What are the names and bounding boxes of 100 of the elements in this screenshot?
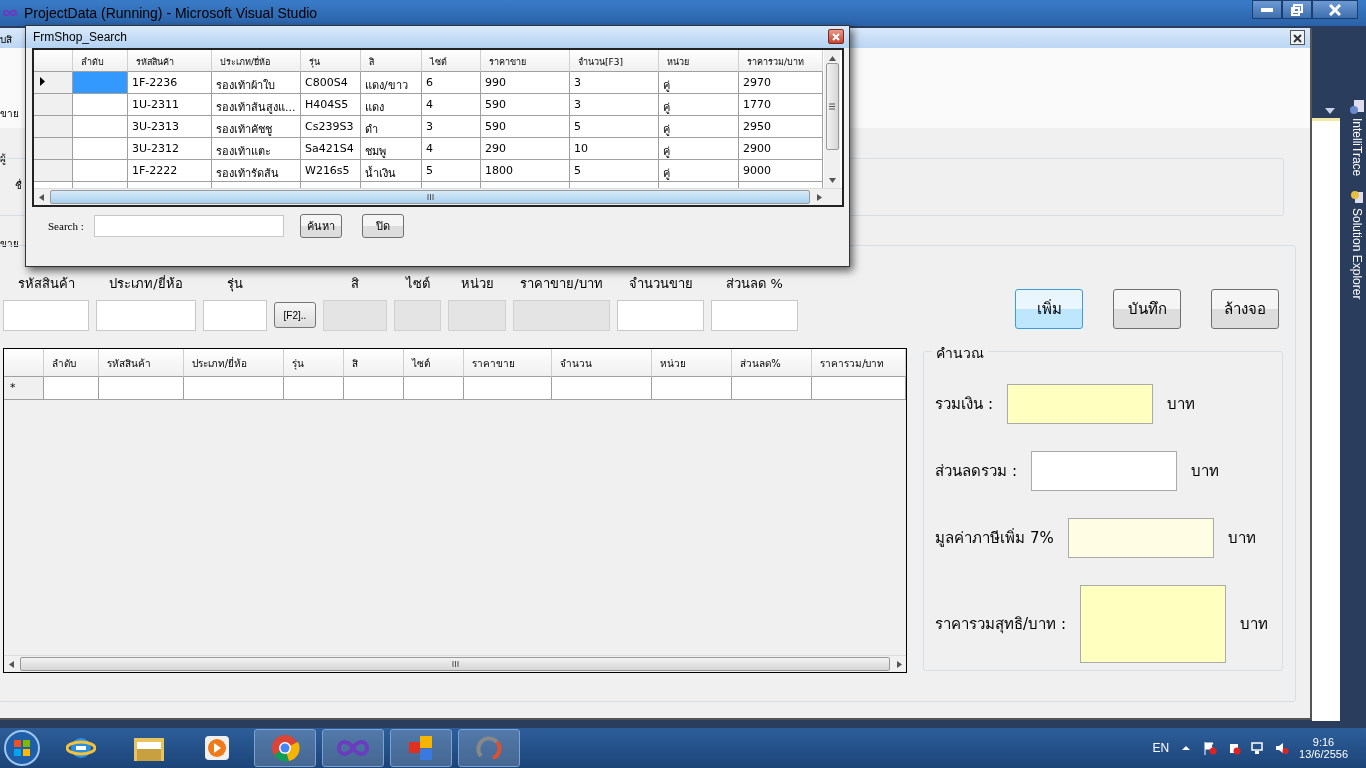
action-button[interactable]: ล้างจอ: [1211, 289, 1279, 329]
scroll-thumb[interactable]: [50, 190, 810, 204]
table-cell[interactable]: 10: [570, 138, 659, 160]
table-cell[interactable]: [43, 377, 99, 400]
dropdown-icon[interactable]: [1325, 108, 1335, 114]
table-cell[interactable]: 5: [570, 116, 659, 138]
input-field[interactable]: [617, 300, 704, 331]
table-cell[interactable]: 3U-2313: [128, 116, 212, 138]
table-cell[interactable]: 1U-2311: [128, 94, 212, 116]
arrow-up-icon[interactable]: [828, 56, 836, 61]
table-cell[interactable]: รองเท้าผ้าใบ: [212, 72, 301, 94]
table-cell[interactable]: รองเท้าส้นสูงแ...: [212, 94, 301, 116]
table-cell[interactable]: Sa421S4: [301, 138, 361, 160]
table-cell[interactable]: [463, 377, 553, 400]
table-cell[interactable]: [732, 377, 813, 400]
input-field[interactable]: [96, 300, 196, 331]
arrow-down-icon[interactable]: [828, 178, 836, 183]
table-cell[interactable]: รองเท้าคัชชู: [212, 116, 301, 138]
clock-time[interactable]: 9:16: [1312, 736, 1335, 748]
column-header[interactable]: หน่วย: [652, 349, 733, 377]
table-cell[interactable]: คู่: [659, 138, 739, 160]
side-panel-tab[interactable]: IntelliTrace: [1350, 100, 1364, 177]
flag-icon[interactable]: [1203, 741, 1218, 755]
table-cell[interactable]: 3U-2312: [128, 138, 212, 160]
speaker-icon[interactable]: [1275, 741, 1290, 755]
table-cell[interactable]: Cs239S3: [301, 116, 361, 138]
column-header[interactable]: ประเภท/ยี่ห้อ: [183, 349, 284, 377]
side-panel-tab[interactable]: Solution Explorer: [1350, 190, 1364, 300]
output-field[interactable]: [1030, 451, 1177, 491]
table-cell[interactable]: [73, 160, 128, 182]
column-header[interactable]: ลำดับ: [43, 349, 99, 377]
column-header[interactable]: ไซต์: [422, 50, 481, 72]
column-header[interactable]: ประเภท/ยี่ห้อ: [212, 50, 301, 72]
table-cell[interactable]: [552, 377, 653, 400]
close-button[interactable]: [1290, 30, 1305, 45]
dialog-button[interactable]: ค้นหา: [299, 214, 342, 238]
column-header[interactable]: ราคาขาย: [481, 50, 570, 72]
input-field[interactable]: [203, 300, 267, 331]
table-cell[interactable]: [652, 377, 733, 400]
table-cell[interactable]: 590: [481, 116, 570, 138]
table-cell[interactable]: [343, 377, 404, 400]
minimize-button[interactable]: [1252, 0, 1282, 19]
input-field[interactable]: [3, 300, 89, 331]
column-header[interactable]: ส่วนลด%: [732, 349, 813, 377]
table-cell[interactable]: 5: [422, 160, 481, 182]
table-cell[interactable]: น้ำเงิน: [361, 160, 422, 182]
table-cell[interactable]: 1800: [481, 160, 570, 182]
table-cell[interactable]: คู่: [659, 94, 739, 116]
column-header[interactable]: รหัสสินค้า: [98, 349, 184, 377]
action-button[interactable]: เพิ่ม: [1015, 289, 1083, 329]
table-cell[interactable]: 1F-2236: [128, 72, 212, 94]
table-cell[interactable]: 1770: [739, 94, 823, 116]
column-header[interactable]: หน่วย: [659, 50, 739, 72]
lookup-button[interactable]: [F2]..: [274, 302, 316, 328]
table-cell[interactable]: [183, 377, 284, 400]
table-cell[interactable]: 290: [481, 138, 570, 160]
table-cell[interactable]: [73, 138, 128, 160]
plug-icon[interactable]: [1227, 741, 1242, 755]
table-cell[interactable]: คู่: [659, 72, 739, 94]
scroll-thumb[interactable]: [20, 657, 890, 671]
table-cell[interactable]: รองเท้าแตะ: [212, 138, 301, 160]
restore-button[interactable]: [1282, 0, 1312, 19]
column-header[interactable]: ราคารวม/บาท: [812, 349, 906, 377]
column-header[interactable]: รุ่น: [301, 50, 361, 72]
network-icon[interactable]: [1251, 741, 1266, 755]
table-cell[interactable]: 2900: [739, 138, 823, 160]
output-field[interactable]: [1067, 518, 1214, 558]
table-cell[interactable]: รองเท้ารัดส้น: [212, 160, 301, 182]
dialog-button[interactable]: ปิด: [361, 214, 404, 238]
column-header[interactable]: ราคาขาย: [463, 349, 553, 377]
table-cell[interactable]: 2950: [739, 116, 823, 138]
horizontal-scrollbar[interactable]: [34, 188, 842, 205]
vertical-scrollbar[interactable]: [824, 50, 840, 189]
table-cell[interactable]: 9000: [739, 160, 823, 182]
table-cell[interactable]: แดง/ขาว: [361, 72, 422, 94]
column-header[interactable]: ราคารวม/บาท: [739, 50, 823, 72]
clock-date[interactable]: 13/6/2556: [1299, 748, 1348, 760]
row-header[interactable]: [34, 72, 73, 94]
column-header[interactable]: จำนวน: [552, 349, 653, 377]
table-cell[interactable]: คู่: [659, 160, 739, 182]
column-header[interactable]: ลำดับ: [73, 50, 128, 72]
table-cell[interactable]: ดำ: [361, 116, 422, 138]
input-field[interactable]: [711, 300, 798, 331]
close-button[interactable]: [828, 29, 844, 44]
table-cell[interactable]: H404S5: [301, 94, 361, 116]
column-header[interactable]: สิ: [361, 50, 422, 72]
table-cell[interactable]: 990: [481, 72, 570, 94]
table-cell[interactable]: [73, 94, 128, 116]
table-cell[interactable]: 3: [570, 72, 659, 94]
language-indicator[interactable]: EN: [1152, 741, 1170, 755]
column-header[interactable]: ไซต์: [403, 349, 464, 377]
output-field[interactable]: [1006, 384, 1153, 424]
column-header[interactable]: จำนวน[F3]: [570, 50, 659, 72]
column-header[interactable]: รุ่น: [283, 349, 344, 377]
table-cell[interactable]: 590: [481, 94, 570, 116]
start-orb-icon[interactable]: [2, 728, 42, 768]
table-cell[interactable]: 6: [422, 72, 481, 94]
horizontal-scrollbar[interactable]: [4, 655, 906, 672]
action-button[interactable]: บันทึก: [1113, 289, 1181, 329]
table-cell[interactable]: 5: [570, 160, 659, 182]
